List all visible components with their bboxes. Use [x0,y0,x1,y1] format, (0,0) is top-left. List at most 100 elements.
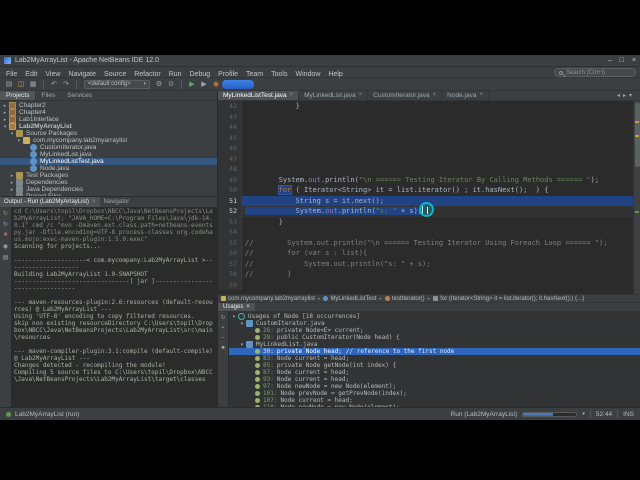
rerun-with-args-icon[interactable]: ↻ [2,220,10,228]
menu-edit[interactable]: Edit [21,71,41,78]
menu-debug[interactable]: Debug [186,71,215,78]
tree-item-mylinkedlisttest-java[interactable]: MyLinkedListTest.java [0,158,217,165]
collapse-all-icon[interactable]: − [220,334,227,341]
maximize-button[interactable]: □ [620,57,624,64]
usage-row-node-current-head[interactable]: 93: Node current = head; [229,376,640,383]
editor-tab-customiterator-java[interactable]: CustomIterator.java × [368,91,443,100]
stop-search-icon[interactable]: ■ [220,344,227,351]
code-token: // for (var s : list){ [245,249,368,257]
code-editor[interactable]: 42 } 43 44 45 46 47 48 49 System.out.println("\… [218,101,640,294]
new-file-icon[interactable]: ▤ [4,79,14,89]
debug-project-icon[interactable]: ▶ [199,79,209,89]
usage-row-node-prevnode-getprevnode-index[interactable]: 101: Node prevNode = getPrevNode(index); [229,390,640,397]
undo-icon[interactable]: ↶ [49,79,59,89]
menu-source[interactable]: Source [100,71,130,78]
close-tab-icon[interactable]: × [433,91,437,100]
menu-view[interactable]: View [41,71,64,78]
expand-all-icon[interactable]: + [220,324,227,331]
breadcrumb-mylinkedlisttest[interactable]: MyLinkedListTest [323,296,376,302]
tree-item-chapter2[interactable]: ▸ Chapter2 [0,102,217,109]
editor-tab-mylinkedlisttest-java[interactable]: MyLinkedListTest.java × [218,91,300,100]
tree-item-label: com.mycompany.lab2myarraylist [33,137,128,144]
usage-row-node-newnode-new-node-element[interactable]: 97: Node newNode = new Node(element); [229,383,640,390]
rerun-icon[interactable]: ↻ [2,209,10,217]
output-console[interactable]: cd C:\Users\topil\Dropbox\NBCC\Java\NetB… [12,207,217,407]
tab-projects[interactable]: Projects [0,91,36,100]
tree-item-test-packages[interactable]: ▸ Test Packages [0,172,217,179]
run-project-icon[interactable]: ▶ [187,79,197,89]
output-tab-output-run-lab2myarraylist[interactable]: Output - Run (Lab2MyArrayList) × [0,197,100,207]
usage-row-node-current-head[interactable]: 87: Node current = head; [229,369,640,376]
tree-item-com-mycompany-lab2myarraylist[interactable]: ▾ com.mycompany.lab2myarraylist [0,137,217,144]
usage-text: Node current = head; [276,369,350,376]
tab-list-icon[interactable]: ▾ [629,92,632,99]
tree-item-lab1interface[interactable]: ▸ Lab1Interface [0,116,217,123]
save-all-icon[interactable]: ▦ [28,79,38,89]
toolbar-blue-badge[interactable] [222,80,254,89]
build-project-icon[interactable]: ⚙ [154,79,164,89]
menu-navigate[interactable]: Navigate [64,71,100,78]
tree-item-dependencies[interactable]: ▸ Dependencies [0,179,217,186]
usage-row-mylinkedlist-java[interactable]: ▾ MyLinkedList.java [229,341,640,348]
tab-services[interactable]: Services [61,91,98,100]
profile-project-icon[interactable]: ◉ [211,79,221,89]
menu-window[interactable]: Window [291,71,324,78]
stop-build-icon[interactable]: ■ [2,231,10,239]
scroll-tabs-left-icon[interactable]: ◂ [617,92,620,99]
tree-item-source-packages[interactable]: ▾ Source Packages [0,130,217,137]
breadcrumb-com-mycompany-lab2myarraylist[interactable]: com.mycompany.lab2myarraylist [221,296,315,302]
usage-row-node-current-head[interactable]: 107: Node current = head; [229,397,640,404]
menu-refactor[interactable]: Refactor [130,71,164,78]
tree-item-lab2myarraylist[interactable]: ▾ Lab2MyArrayList [0,123,217,130]
breadcrumb-for-iterator-string-it-list-iterator-it-[interactable]: for (Iterator<String> it = list.iterator… [433,296,584,302]
usage-row-public-customiterator-node-head[interactable]: 28: public CustomIterator(Node head) { [229,334,640,341]
tree-item-chapter4[interactable]: ▸ Chapter4 [0,109,217,116]
tree-item-node-java[interactable]: Node.java [0,165,217,172]
editor-tab-mylinkedlist-java[interactable]: MyLinkedList.java × [299,91,369,100]
tab-files[interactable]: Files [35,91,61,100]
close-tab-icon[interactable]: × [290,91,294,100]
task-dropdown-icon[interactable]: ▾ [582,411,585,417]
scroll-tabs-right-icon[interactable]: ▸ [623,92,626,99]
code-token: ); [590,175,600,184]
clean-build-icon[interactable]: ⚙ [166,79,176,89]
usage-row-private-node-e-current[interactable]: 26: private Node<E> current; [229,327,640,334]
usages-tab[interactable]: Usages × [218,303,255,311]
usage-row-customiterator-java[interactable]: ▾ CustomIterator.java [229,320,640,327]
line-number: 45 [218,132,242,143]
tree-item-customiterator-java[interactable]: CustomIterator.java [0,144,217,151]
menu-run[interactable]: Run [165,71,186,78]
editor-tab-node-java[interactable]: Node.java × [442,91,489,100]
usage-row-private-node-getnode-int-index[interactable]: 85: private Node getNode(int index) { [229,362,640,369]
search-input[interactable]: Search (Ctrl+I) [554,68,636,77]
open-project-icon[interactable]: ◫ [16,79,26,89]
close-button[interactable]: × [632,57,636,64]
usage-row-node-current-head[interactable]: 83: Node current = head; [229,355,640,362]
pin-output-icon[interactable]: ◉ [2,242,10,250]
menu-help[interactable]: Help [324,71,346,78]
breadcrumb-testiterator[interactable]: testIterator() [384,296,425,302]
menu-file[interactable]: File [2,71,21,78]
tree-item-java-dependencies[interactable]: ▸ Java Dependencies [0,186,217,193]
config-select[interactable]: <default config> ▾ [84,79,150,89]
task-progress-bar[interactable] [522,411,578,417]
refresh-usages-icon[interactable]: ↻ [220,314,227,321]
usage-text: Usages of Node [18 occurrences] [248,313,360,320]
usage-text: private Node<E> current; [276,327,364,334]
close-tab-icon[interactable]: × [359,91,363,100]
menu-tools[interactable]: Tools [267,71,291,78]
output-tab-navigator[interactable]: Navigator [100,197,134,207]
close-tab-icon[interactable]: × [92,197,96,207]
editor-scrollbar[interactable] [633,101,640,294]
close-tab-icon[interactable]: × [479,91,483,100]
minimize-button[interactable]: – [608,57,612,64]
clear-output-icon[interactable]: ▤ [2,253,10,261]
menu-team[interactable]: Team [242,71,267,78]
usage-row-usages-of-node-18-occurrences[interactable]: ▾ Usages of Node [18 occurrences] [229,313,640,320]
usage-row-private-node-head[interactable]: 30: private Node head;// reference to the… [229,348,640,355]
redo-icon[interactable]: ↷ [61,79,71,89]
menu-profile[interactable]: Profile [214,71,242,78]
tree-item-mylinkedlist-java[interactable]: MyLinkedList.java [0,151,217,158]
close-usages-icon[interactable]: × [246,303,250,312]
